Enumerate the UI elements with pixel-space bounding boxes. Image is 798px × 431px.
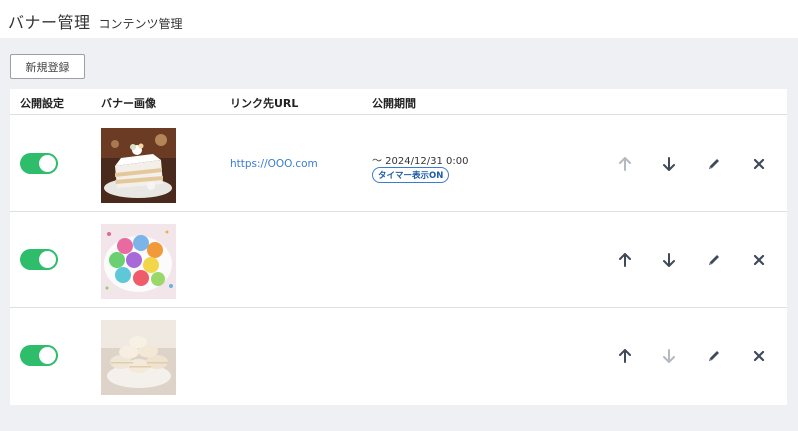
close-icon bbox=[753, 350, 765, 362]
delete-button[interactable] bbox=[747, 248, 771, 272]
publish-toggle[interactable] bbox=[20, 345, 58, 366]
publish-toggle[interactable] bbox=[20, 153, 58, 174]
page-subtitle: コンテンツ管理 bbox=[98, 17, 183, 31]
pencil-icon bbox=[709, 159, 719, 169]
move-up-button[interactable] bbox=[613, 152, 637, 176]
move-down-button[interactable] bbox=[657, 152, 681, 176]
arrow-down-icon bbox=[663, 253, 675, 267]
page-header: バナー管理 コンテンツ管理 bbox=[0, 0, 798, 38]
toggle-knob bbox=[39, 155, 56, 172]
page-title: バナー管理 bbox=[8, 13, 91, 32]
cake-icon bbox=[101, 128, 176, 203]
delete-button[interactable] bbox=[747, 152, 771, 176]
edit-button[interactable] bbox=[702, 344, 726, 368]
toggle-knob bbox=[39, 347, 56, 364]
macaron-stack-icon bbox=[101, 320, 176, 395]
arrow-down-icon bbox=[663, 157, 675, 171]
move-up-button[interactable] bbox=[613, 344, 637, 368]
pencil-icon bbox=[709, 255, 719, 265]
link-url[interactable]: https://OOO.com bbox=[230, 158, 318, 170]
arrow-up-icon bbox=[619, 253, 631, 267]
banner-table: 公開設定 バナー画像 リンク先URL 公開期間 https://OOO.com … bbox=[10, 89, 787, 405]
close-icon bbox=[753, 254, 765, 266]
arrow-up-icon bbox=[619, 349, 631, 363]
arrow-up-icon bbox=[619, 157, 631, 171]
delete-button[interactable] bbox=[747, 344, 771, 368]
publish-period: 〜 2024/12/31 0:00 bbox=[372, 156, 469, 167]
table-row: https://OOO.com 〜 2024/12/31 0:00 タイマー表示… bbox=[10, 116, 787, 212]
publish-toggle[interactable] bbox=[20, 249, 58, 270]
move-down-button[interactable] bbox=[657, 344, 681, 368]
new-register-button[interactable]: 新規登録 bbox=[10, 54, 85, 79]
table-header: 公開設定 バナー画像 リンク先URL 公開期間 bbox=[10, 89, 787, 115]
table-row bbox=[10, 308, 787, 404]
toggle-knob bbox=[39, 251, 56, 268]
edit-button[interactable] bbox=[702, 152, 726, 176]
move-up-button[interactable] bbox=[613, 248, 637, 272]
close-icon bbox=[753, 158, 765, 170]
column-header-link: リンク先URL bbox=[230, 97, 299, 110]
column-header-period: 公開期間 bbox=[372, 97, 416, 110]
column-header-public: 公開設定 bbox=[20, 97, 64, 110]
pencil-icon bbox=[709, 351, 719, 361]
move-down-button[interactable] bbox=[657, 248, 681, 272]
table-row bbox=[10, 212, 787, 308]
edit-button[interactable] bbox=[702, 248, 726, 272]
timer-badge: タイマー表示ON bbox=[372, 167, 450, 183]
macaron-plate-icon bbox=[101, 224, 176, 299]
column-header-image: バナー画像 bbox=[101, 97, 156, 110]
arrow-down-icon bbox=[663, 349, 675, 363]
